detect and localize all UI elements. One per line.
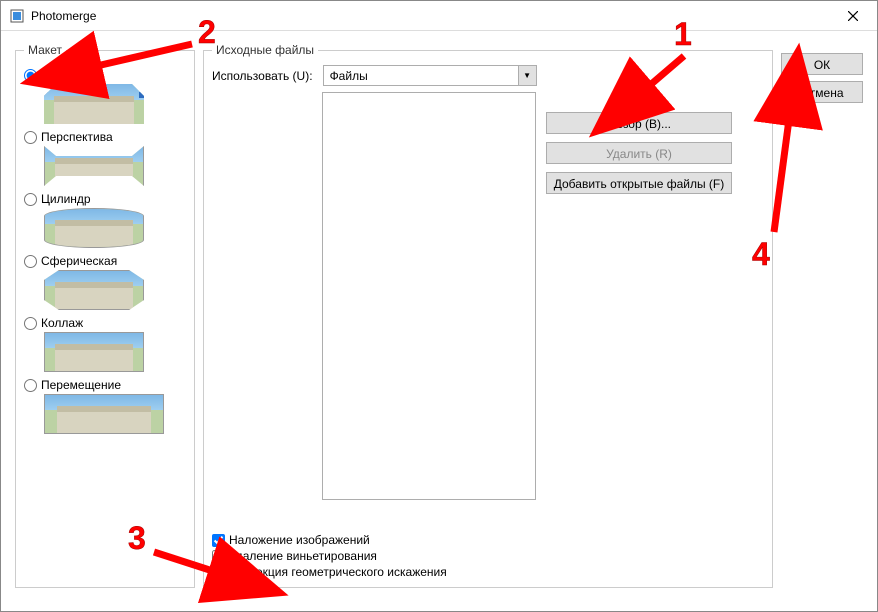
check-distortion[interactable]: [212, 566, 225, 579]
layout-legend: Макет: [24, 43, 66, 57]
thumb-collage[interactable]: [44, 332, 144, 372]
thumb-auto[interactable]: [44, 84, 144, 124]
titlebar: Photomerge: [1, 1, 877, 31]
radio-spherical[interactable]: [24, 255, 37, 268]
label-reposition: Перемещение: [41, 378, 121, 392]
label-collage: Коллаж: [41, 316, 83, 330]
radio-cylindrical[interactable]: [24, 193, 37, 206]
remove-button[interactable]: Удалить (R): [546, 142, 732, 164]
cancel-button[interactable]: Отмена: [781, 81, 863, 103]
radio-reposition[interactable]: [24, 379, 37, 392]
thumb-perspective[interactable]: [44, 146, 144, 186]
label-vignette: Удаление виньетирования: [229, 549, 377, 563]
browse-button[interactable]: Обзор (B)...: [546, 112, 732, 134]
layout-fieldset: Макет Авто Перспектива Цилиндр Сферическ…: [15, 43, 195, 588]
source-legend: Исходные файлы: [212, 43, 318, 57]
ok-button[interactable]: ОК: [781, 53, 863, 75]
radio-perspective[interactable]: [24, 131, 37, 144]
thumb-cylindrical[interactable]: [44, 208, 144, 248]
label-distortion: Коррекция геометрического искажения: [229, 565, 447, 579]
source-fieldset: Исходные файлы Использовать (U): Файлы ▼…: [203, 43, 773, 588]
window-title: Photomerge: [31, 9, 96, 23]
check-vignette[interactable]: [212, 550, 225, 563]
label-spherical: Сферическая: [41, 254, 117, 268]
thumb-spherical[interactable]: [44, 270, 144, 310]
action-column: ОК Отмена: [781, 43, 863, 597]
label-auto: Авто: [41, 68, 67, 82]
check-blend[interactable]: [212, 534, 225, 547]
label-perspective: Перспектива: [41, 130, 113, 144]
close-icon: [848, 11, 858, 21]
label-cylindrical: Цилиндр: [41, 192, 91, 206]
radio-collage[interactable]: [24, 317, 37, 330]
file-list[interactable]: [322, 92, 536, 500]
chevron-down-icon: ▼: [518, 66, 536, 85]
use-dropdown[interactable]: Файлы ▼: [323, 65, 537, 86]
add-open-files-button[interactable]: Добавить открытые файлы (F): [546, 172, 732, 194]
close-button[interactable]: [830, 1, 875, 31]
use-label: Использовать (U):: [212, 69, 313, 83]
app-icon: [9, 8, 25, 24]
photomerge-dialog: Photomerge Макет Авто Перспектива Цилинд…: [0, 0, 878, 612]
use-dropdown-value: Файлы: [324, 69, 518, 83]
label-blend: Наложение изображений: [229, 533, 370, 547]
radio-auto[interactable]: [24, 69, 37, 82]
thumb-reposition[interactable]: [44, 394, 164, 434]
